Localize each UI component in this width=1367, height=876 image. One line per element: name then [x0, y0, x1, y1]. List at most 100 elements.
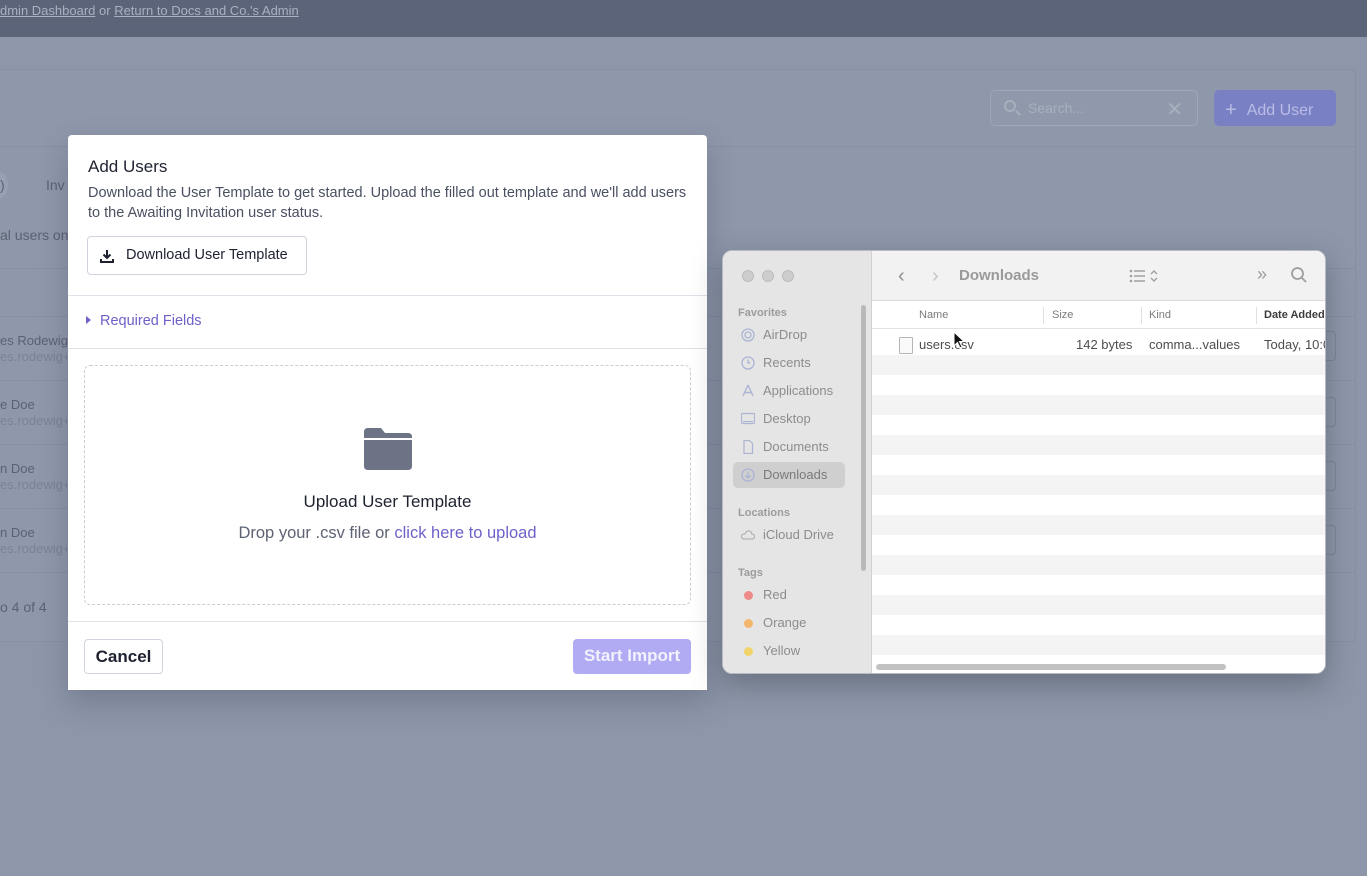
- clear-search-icon[interactable]: ✕: [1166, 97, 1183, 122]
- list-row: [872, 395, 1325, 415]
- return-to-admin-link[interactable]: Return to Docs and Co.'s Admin: [114, 3, 299, 18]
- sidebar-item-label: Desktop: [763, 411, 811, 426]
- sidebar-item-label: Documents: [763, 439, 829, 454]
- user-email: es.rodewig+: [0, 541, 71, 556]
- window-title: Downloads: [959, 267, 1040, 284]
- finder-toolbar: ‹ › Downloads »: [872, 251, 1325, 301]
- sidebar-item-label: Downloads: [763, 467, 828, 482]
- search-placeholder: Search...: [1028, 100, 1085, 116]
- modal-footer-divider: [68, 621, 707, 622]
- sidebar-item-icloud-drive[interactable]: iCloud Drive: [733, 522, 845, 548]
- sidebar-item-airdrop[interactable]: AirDrop: [733, 322, 845, 348]
- sidebar-item-label: Red: [763, 587, 787, 602]
- tag-color-dot: [744, 647, 753, 656]
- user-email: es.rodewig+: [0, 349, 71, 364]
- sidebar-item-documents[interactable]: Documents: [733, 434, 845, 460]
- close-window-button[interactable]: [742, 270, 754, 282]
- user-email: es.rodewig+: [0, 413, 71, 428]
- horizontal-scrollbar[interactable]: [876, 664, 1226, 670]
- finder-window: Favorites AirDrop Recents Applications D…: [722, 250, 1326, 674]
- add-user-button[interactable]: + Add User: [1214, 90, 1336, 126]
- search-icon[interactable]: [1290, 266, 1308, 284]
- column-name[interactable]: Name: [919, 309, 948, 321]
- start-import-button[interactable]: Start Import: [573, 639, 691, 674]
- document-icon: [743, 440, 754, 454]
- modal-description: Download the User Template to get starte…: [88, 185, 687, 221]
- caret-right-icon: [86, 316, 91, 324]
- more-toolbar-icon[interactable]: »: [1257, 264, 1267, 285]
- folder-icon: [364, 428, 412, 470]
- forward-chevron-icon[interactable]: ›: [932, 265, 939, 288]
- sidebar-tag-yellow[interactable]: Yellow: [733, 638, 845, 664]
- clock-icon: [741, 356, 755, 370]
- dropzone-instructions: Drop your .csv file or click here to upl…: [85, 524, 690, 543]
- mouse-pointer-icon: [953, 331, 965, 349]
- locations-heading: Locations: [738, 507, 790, 519]
- add-user-label: Add User: [1246, 102, 1314, 119]
- click-to-upload-link[interactable]: click here to upload: [394, 524, 536, 542]
- required-fields-label: Required Fields: [100, 313, 202, 329]
- plus-icon: +: [1225, 99, 1237, 121]
- finder-content: ‹ › Downloads » Name Size Kind Date Adde…: [872, 251, 1326, 673]
- download-icon: [100, 250, 114, 263]
- modal-title: Add Users: [88, 157, 168, 176]
- column-kind[interactable]: Kind: [1149, 309, 1171, 321]
- sidebar-item-label: Orange: [763, 615, 807, 630]
- list-row: [872, 515, 1325, 535]
- file-icon: [899, 337, 913, 354]
- breadcrumb: dmin Dashboard or Return to Docs and Co.…: [0, 3, 299, 18]
- sidebar-item-label: Yellow: [763, 643, 801, 658]
- list-row: [872, 355, 1325, 375]
- sidebar-tag-orange[interactable]: Orange: [733, 610, 845, 636]
- sidebar-item-label: AirDrop: [763, 327, 808, 342]
- sidebar-item-desktop[interactable]: Desktop: [733, 406, 845, 432]
- file-row-users-csv[interactable]: users.csv 142 bytes comma...values Today…: [872, 335, 1326, 355]
- file-size: 142 bytes: [1076, 337, 1133, 352]
- desktop-icon: [741, 412, 755, 425]
- sidebar-item-label: Recents: [763, 355, 811, 370]
- user-search-input[interactable]: Search... ✕: [990, 90, 1198, 126]
- column-size[interactable]: Size: [1052, 309, 1073, 321]
- zoom-window-button[interactable]: [782, 270, 794, 282]
- download-template-button[interactable]: Download User Template: [87, 236, 307, 275]
- list-row: [872, 555, 1325, 575]
- cancel-button[interactable]: Cancel: [84, 639, 163, 674]
- sidebar-item-downloads[interactable]: Downloads: [733, 462, 845, 488]
- download-icon: [741, 468, 755, 482]
- list-row: [872, 475, 1325, 495]
- dropzone-title: Upload User Template: [303, 492, 472, 511]
- upload-dropzone[interactable]: Upload User Template Drop your .csv file…: [84, 365, 691, 605]
- user-name: n Doe: [0, 525, 35, 540]
- tab-invited[interactable]: Inv: [46, 177, 65, 193]
- applications-icon: [742, 384, 754, 397]
- user-name: es Rodewig: [0, 333, 68, 348]
- sidebar-scrollbar[interactable]: [861, 305, 866, 571]
- tags-heading: Tags: [738, 567, 763, 579]
- favorites-heading: Favorites: [738, 307, 787, 319]
- modal-divider: [68, 348, 707, 349]
- airdrop-icon: [741, 328, 755, 342]
- sidebar-item-label: iCloud Drive: [763, 527, 834, 542]
- sidebar-item-label: Applications: [763, 383, 834, 398]
- users-count-info: al users on: [0, 227, 69, 243]
- sidebar-item-applications[interactable]: Applications: [733, 378, 845, 404]
- sidebar-item-recents[interactable]: Recents: [733, 350, 845, 376]
- user-name: n Doe: [0, 461, 35, 476]
- finder-sidebar: Favorites AirDrop Recents Applications D…: [723, 251, 872, 673]
- column-date-added[interactable]: Date Added: [1264, 309, 1325, 321]
- file-kind: comma...values: [1149, 337, 1241, 352]
- tab-fragment: ): [0, 177, 5, 193]
- admin-dashboard-link[interactable]: dmin Dashboard: [0, 3, 95, 18]
- sidebar-tag-red[interactable]: Red: [733, 582, 845, 608]
- user-name: e Doe: [0, 397, 35, 412]
- file-date-added: Today, 10:0: [1264, 337, 1326, 352]
- minimize-window-button[interactable]: [762, 270, 774, 282]
- back-chevron-icon[interactable]: ‹: [898, 265, 905, 288]
- list-view-icon[interactable]: [1129, 267, 1163, 285]
- file-list: [872, 330, 1325, 660]
- required-fields-toggle[interactable]: Required Fields: [86, 313, 202, 329]
- list-row: [872, 435, 1325, 455]
- modal-divider: [68, 295, 707, 296]
- pagination-info: o 4 of 4: [0, 599, 47, 615]
- cloud-icon: [741, 530, 755, 540]
